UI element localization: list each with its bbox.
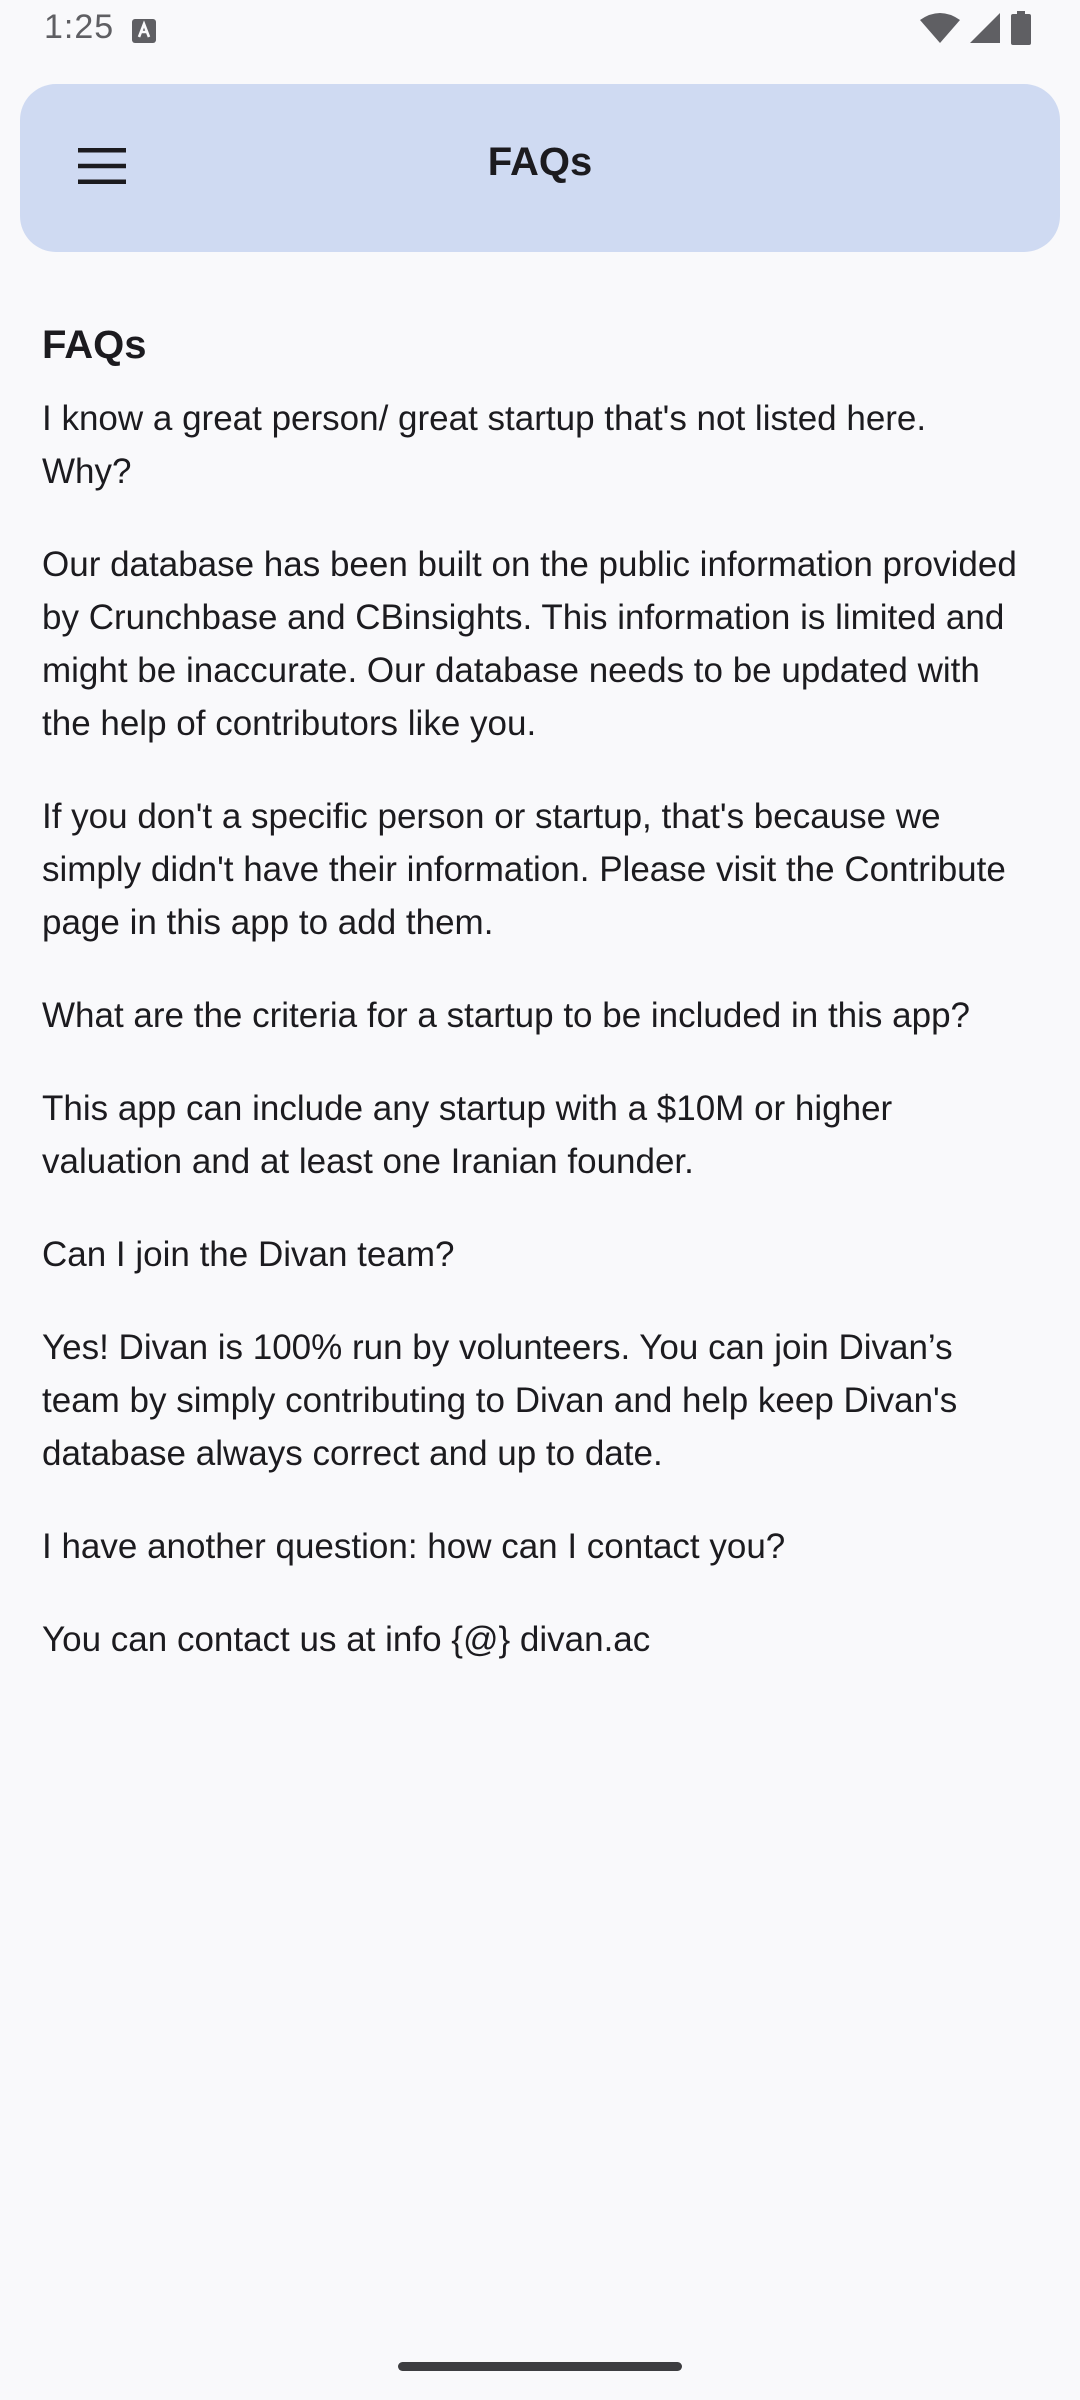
faq-heading: FAQs	[42, 323, 147, 367]
faq-question: I know a great person/ great startup tha…	[42, 399, 927, 491]
status-icons	[920, 10, 1032, 50]
top-app-bar: FAQs	[20, 84, 1060, 252]
status-bar: 1:25	[0, 0, 1080, 62]
faq-content: FAQs I know a great person/ great startu…	[42, 316, 1022, 1706]
faq-question: Can I join the Divan team?	[42, 1235, 455, 1274]
cellular-signal-icon	[968, 11, 1002, 50]
notification-a-icon	[131, 18, 157, 44]
status-time: 1:25	[44, 8, 115, 46]
faq-answer: This app can include any startup with a …	[42, 1089, 893, 1181]
faq-answer: You can contact us at info {@} divan.ac	[42, 1620, 651, 1659]
wifi-icon	[920, 12, 960, 49]
faq-answer: Our database has been built on the publi…	[42, 545, 1017, 743]
page-title: FAQs	[487, 140, 593, 184]
battery-icon	[1010, 10, 1032, 50]
gesture-nav-handle[interactable]	[398, 2362, 682, 2371]
faq-answer: If you don't a specific person or startu…	[42, 797, 1006, 942]
faq-question: I have another question: how can I conta…	[42, 1527, 786, 1566]
faq-answer: Yes! Divan is 100% run by volunteers. Yo…	[42, 1328, 958, 1473]
faq-question: What are the criteria for a startup to b…	[42, 996, 971, 1035]
